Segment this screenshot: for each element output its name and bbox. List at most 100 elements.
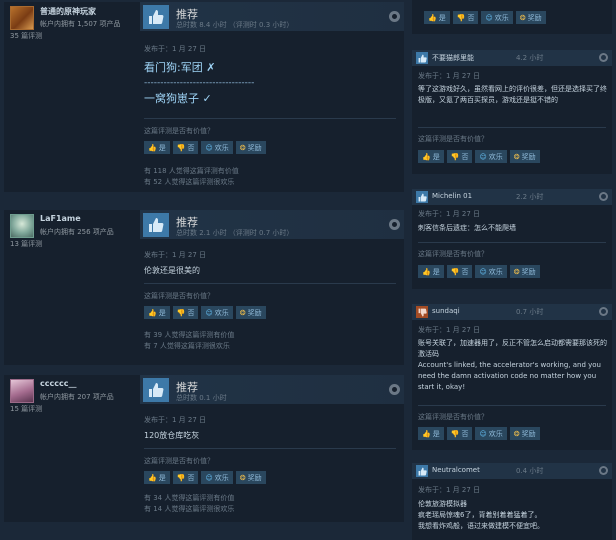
author-name[interactable]: sundaqi (432, 307, 460, 315)
thumbs-down-icon: 👎 (456, 13, 466, 22)
award-icon: ❂ (239, 473, 246, 482)
main-review-column: 普通的原神玩家 帐户内拥有 1,507 项产品 35 篇评测 推荐 总时数 8.… (0, 0, 404, 540)
author-name[interactable]: 不要猫郎里能 (432, 53, 474, 63)
vote-yes-button[interactable]: 👍 是 (418, 427, 444, 440)
review-header: 推荐 总时数 8.4 小时 （评测时 0.3 小时） (140, 2, 404, 31)
award-label: 奖励 (247, 473, 262, 482)
award-button[interactable]: ❂ 奖励 (509, 427, 540, 440)
award-button[interactable]: ❂ 奖励 (515, 11, 546, 24)
vote-no-button[interactable]: 👎 否 (446, 150, 473, 163)
thumbs-up-icon (143, 378, 169, 402)
steam-icon (389, 384, 400, 395)
review-text: ---------------------------------- (144, 78, 255, 88)
side-review-card: Michelin 01 2.2 小时 发布于：1 月 27 日 刺客信条后遗症：… (412, 189, 612, 289)
avatar[interactable] (10, 214, 34, 238)
vote-yes-label: 是 (158, 473, 166, 482)
side-review-card: 👍 是 👎 否 ☺ 欢乐 ❂ 奖励 (412, 0, 612, 34)
author-name[interactable]: cccccc__ (40, 379, 76, 388)
vote-funny-button[interactable]: ☺ 欢乐 (201, 306, 233, 319)
award-label: 奖励 (521, 267, 536, 276)
review-text: 看门狗:军团 ✗ (144, 61, 216, 74)
vote-yes-button[interactable]: 👍 是 (144, 306, 170, 319)
funny-count: 有 7 人觉得这篇评测很欢乐 (144, 342, 230, 350)
author-review-count[interactable]: 35 篇评测 (10, 31, 42, 41)
author-review-count[interactable]: 15 篇评测 (10, 404, 42, 414)
author-name[interactable]: LaF1ame (40, 214, 81, 223)
vote-no-button[interactable]: 👎 否 (172, 141, 199, 154)
vote-yes-button[interactable]: 👍 是 (418, 265, 444, 278)
side-review-header: 不要猫郎里能 4.2 小时 (412, 50, 612, 66)
author-games-owned: 帐户内拥有 207 项产品 (40, 393, 114, 401)
author-review-count[interactable]: 13 篇评测 (10, 239, 42, 249)
award-button[interactable]: ❂ 奖励 (509, 265, 540, 278)
thumbs-up-icon (143, 213, 169, 237)
smile-icon: ☺ (205, 308, 213, 317)
avatar[interactable] (10, 6, 34, 30)
review-text: 伦敦还是很美的 (144, 266, 200, 275)
divider (144, 448, 396, 449)
author-name[interactable]: Neutralcomet (432, 466, 480, 474)
side-review-card: sundaqi 0.7 小时 发布于：1 月 27 日 账号关联了，加速器用了，… (412, 304, 612, 450)
vote-funny-button[interactable]: ☺ 欢乐 (201, 141, 233, 154)
vote-yes-label: 是 (432, 429, 440, 438)
vote-no-label: 否 (187, 473, 195, 482)
award-button[interactable]: ❂ 奖励 (235, 306, 266, 319)
review-body: 推荐 总时数 8.4 小时 （评测时 0.3 小时） 发布于：1 月 27 日 … (140, 2, 404, 192)
side-review-header: sundaqi 0.7 小时 (412, 304, 612, 320)
thumbs-down-icon: 👎 (176, 473, 186, 482)
vote-yes-button[interactable]: 👍 是 (418, 150, 444, 163)
vote-funny-label: 欢乐 (488, 152, 503, 161)
thumbs-up-icon (143, 5, 169, 29)
vote-no-button[interactable]: 👎 否 (172, 306, 199, 319)
vote-yes-button[interactable]: 👍 是 (144, 471, 170, 484)
vote-buttons: 👍 是 👎 否 ☺ 欢乐 ❂ 奖励 (144, 306, 266, 319)
vote-funny-label: 欢乐 (214, 308, 229, 317)
vote-no-label: 否 (461, 267, 469, 276)
review-text: 账号关联了，加速器用了，反正不管怎么启动都需要那该死的激活码 Account's… (418, 339, 607, 391)
divider (144, 118, 396, 119)
award-label: 奖励 (521, 152, 536, 161)
smile-icon: ☺ (479, 429, 487, 438)
vote-yes-label: 是 (158, 308, 166, 317)
divider (418, 127, 606, 128)
vote-funny-button[interactable]: ☺ 欢乐 (475, 265, 507, 278)
vote-yes-button[interactable]: 👍 是 (144, 141, 170, 154)
vote-no-button[interactable]: 👎 否 (172, 471, 199, 484)
vote-funny-label: 欢乐 (488, 429, 503, 438)
recent-reviews-column: 👍 是 👎 否 ☺ 欢乐 ❂ 奖励 不要猫郎里能 4.2 小时 发布于：1 月 27 日… (408, 0, 616, 540)
vote-funny-button[interactable]: ☺ 欢乐 (475, 150, 507, 163)
award-icon: ❂ (239, 308, 246, 317)
thumbs-down-icon: 👎 (176, 143, 186, 152)
award-button[interactable]: ❂ 奖励 (235, 471, 266, 484)
vote-funny-button[interactable]: ☺ 欢乐 (201, 471, 233, 484)
vote-yes-label: 是 (438, 13, 446, 22)
helpful-count: 有 118 人觉得这篇评测有价值 (144, 167, 239, 175)
vote-yes-label: 是 (432, 267, 440, 276)
side-review-card: 不要猫郎里能 4.2 小时 发布于：1 月 27 日 等了这游戏好久，虽然看网上… (412, 50, 612, 174)
smile-icon: ☺ (205, 473, 213, 482)
vote-no-button[interactable]: 👎 否 (446, 265, 473, 278)
award-button[interactable]: ❂ 奖励 (235, 141, 266, 154)
vote-no-label: 否 (187, 308, 195, 317)
thumbs-up-icon (416, 465, 428, 477)
vote-no-button[interactable]: 👎 否 (452, 11, 479, 24)
author-name[interactable]: Michelin 01 (432, 192, 472, 200)
thumbs-up-icon: 👍 (422, 152, 431, 161)
playtime-hours: 0.7 小时 (516, 308, 544, 316)
review-body: 推荐 总时数 2.1 小时 （评测时 0.7 小时） 发布于：1 月 27 日 … (140, 210, 404, 365)
review-header: 推荐 总时数 0.1 小时 (140, 375, 404, 404)
playtime-hours: 总时数 0.1 小时 (176, 394, 227, 402)
helpful-question: 这篇评测是否有价值？ (418, 250, 488, 258)
vote-funny-button[interactable]: ☺ 欢乐 (481, 11, 513, 24)
vote-funny-button[interactable]: ☺ 欢乐 (475, 427, 507, 440)
vote-no-button[interactable]: 👎 否 (446, 427, 473, 440)
review-card: LaF1ame 帐户内拥有 256 项产品 13 篇评测 推荐 总时数 2.1 … (4, 210, 404, 365)
vote-no-label: 否 (187, 143, 195, 152)
avatar[interactable] (10, 379, 34, 403)
vote-yes-button[interactable]: 👍 是 (424, 11, 450, 24)
vote-no-label: 否 (461, 429, 469, 438)
vote-funny-label: 欢乐 (214, 143, 229, 152)
smile-icon: ☺ (479, 267, 487, 276)
author-name[interactable]: 普通的原神玩家 (40, 6, 96, 17)
award-button[interactable]: ❂ 奖励 (509, 150, 540, 163)
